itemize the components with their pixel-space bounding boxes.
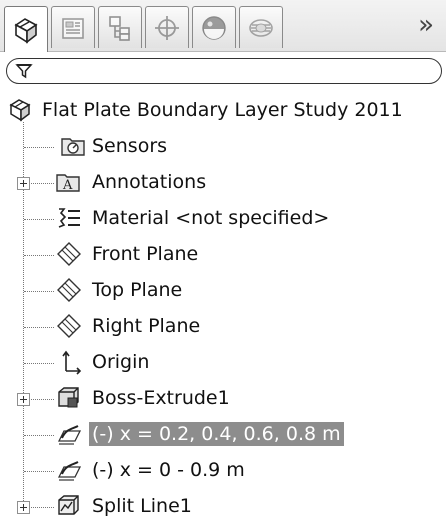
plane-icon bbox=[57, 278, 81, 302]
tree-item-front-plane[interactable]: Front Plane bbox=[0, 238, 446, 272]
tree-item-right-plane[interactable]: Right Plane bbox=[0, 310, 446, 344]
dimxpert-tab[interactable] bbox=[145, 6, 189, 48]
filter-icon[interactable] bbox=[15, 62, 33, 80]
tree-item-top-plane[interactable]: Top Plane bbox=[0, 274, 446, 308]
sensors-icon bbox=[61, 138, 85, 156]
part-icon bbox=[14, 17, 38, 44]
flow-simulation-icon bbox=[249, 18, 273, 37]
tree-item-label: Material <not specified> bbox=[92, 207, 330, 229]
flow-simulation-tab[interactable] bbox=[239, 6, 283, 48]
tree-item-annotations[interactable]: A Annotations bbox=[0, 166, 446, 200]
tree-item-label: (-) x = 0.2, 0.4, 0.6, 0.8 m bbox=[89, 422, 344, 446]
display-manager-tab[interactable] bbox=[192, 6, 236, 48]
tree-item-label: (-) x = 0 - 0.9 m bbox=[92, 459, 245, 481]
sketch-icon bbox=[57, 425, 82, 445]
manager-tab-bar: » bbox=[0, 0, 446, 52]
tree-root-label: Flat Plate Boundary Layer Study 2011 bbox=[42, 99, 403, 121]
tree-item-label: Boss-Extrude1 bbox=[92, 387, 230, 409]
annotations-icon: A bbox=[56, 174, 80, 193]
tree-item-sketch-x-range[interactable]: (-) x = 0 - 0.9 m bbox=[0, 454, 446, 488]
configuration-icon bbox=[109, 15, 130, 41]
tree-item-label: Top Plane bbox=[92, 279, 183, 301]
origin-icon bbox=[62, 350, 82, 375]
plane-icon bbox=[57, 314, 81, 338]
tree-item-sensors[interactable]: Sensors bbox=[0, 130, 446, 164]
part-icon bbox=[9, 99, 31, 122]
tree-item-material[interactable]: Material <not specified> bbox=[0, 202, 446, 236]
tree-filter-input[interactable] bbox=[6, 58, 442, 84]
tree-item-label: Annotations bbox=[92, 171, 207, 193]
tree-item-origin[interactable]: Origin bbox=[0, 346, 446, 380]
tree-item-label: Split Line1 bbox=[92, 495, 192, 517]
sketch-icon bbox=[57, 461, 82, 481]
configurationmanager-tab[interactable] bbox=[98, 6, 142, 48]
crosshair-icon bbox=[155, 15, 179, 40]
expand-toggle[interactable] bbox=[17, 501, 30, 514]
more-tabs-chevron[interactable]: » bbox=[418, 10, 434, 40]
tree-root[interactable]: Flat Plate Boundary Layer Study 2011 bbox=[0, 94, 446, 128]
expand-toggle[interactable] bbox=[17, 393, 30, 406]
tree-item-split-line1[interactable]: Split Line1 bbox=[0, 490, 446, 523]
tree-item-sketch-x-values[interactable]: (-) x = 0.2, 0.4, 0.6, 0.8 m bbox=[0, 418, 446, 452]
feature-tree: Flat Plate Boundary Layer Study 2011 Sen… bbox=[0, 94, 446, 523]
expand-toggle[interactable] bbox=[17, 177, 30, 190]
plane-icon bbox=[57, 242, 81, 266]
property-manager-icon bbox=[62, 17, 84, 39]
split-line-icon bbox=[58, 495, 79, 515]
material-icon bbox=[58, 208, 80, 228]
tree-item-label: Origin bbox=[92, 351, 150, 373]
svg-text:A: A bbox=[62, 178, 73, 193]
propertymanager-tab[interactable] bbox=[51, 6, 95, 48]
tree-item-boss-extrude1[interactable]: Boss-Extrude1 bbox=[0, 382, 446, 416]
featuremanager-tab[interactable] bbox=[4, 6, 48, 52]
tree-item-label: Front Plane bbox=[92, 243, 199, 265]
extrude-icon bbox=[58, 387, 79, 408]
tree-item-label: Right Plane bbox=[92, 315, 201, 337]
display-manager-icon bbox=[202, 15, 226, 40]
tree-item-label: Sensors bbox=[92, 135, 168, 157]
